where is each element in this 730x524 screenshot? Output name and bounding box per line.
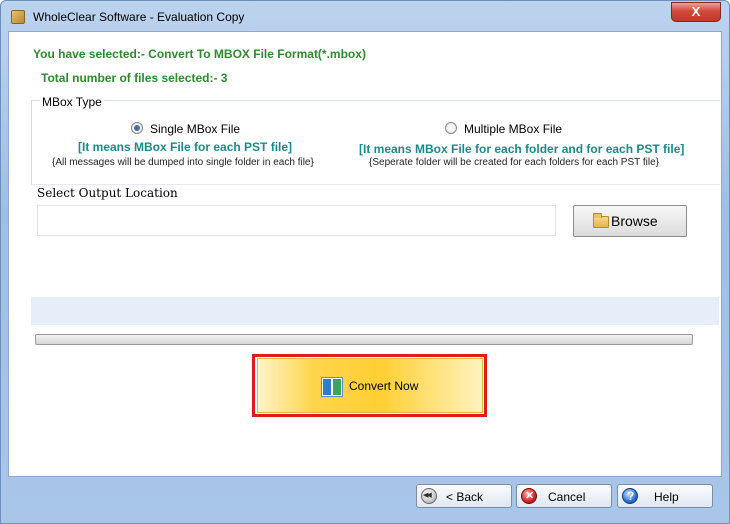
convert-icon <box>321 377 343 397</box>
multiple-mbox-label[interactable]: Multiple MBox File <box>464 122 562 136</box>
single-mbox-label[interactable]: Single MBox File <box>150 122 240 136</box>
cancel-button[interactable]: Cancel <box>516 484 612 508</box>
back-icon <box>421 488 437 504</box>
multiple-mbox-radio[interactable] <box>445 122 457 134</box>
file-count-text: Total number of files selected:- 3 <box>41 71 228 85</box>
output-location-field[interactable] <box>37 205 556 236</box>
browse-button[interactable]: Browse <box>573 205 687 237</box>
title-bar[interactable]: WholeClear Software - Evaluation Copy X <box>1 1 729 33</box>
back-label: < Back <box>446 490 484 504</box>
back-button[interactable]: < Back <box>416 484 512 508</box>
folder-icon <box>593 213 609 228</box>
help-button[interactable]: Help <box>617 484 713 508</box>
close-button[interactable]: X <box>671 2 721 22</box>
output-location-label: Select Output Location <box>37 186 178 200</box>
multiple-mbox-meaning: [It means MBox File for each folder and … <box>359 142 685 156</box>
progress-bar <box>35 334 693 345</box>
help-icon <box>622 488 638 504</box>
single-mbox-meaning: [It means MBox File for each PST file] <box>78 140 293 154</box>
selected-format-text: You have selected:- Convert To MBOX File… <box>33 47 366 61</box>
browse-label: Browse <box>611 213 658 229</box>
app-icon <box>11 10 25 24</box>
help-label: Help <box>654 490 679 504</box>
status-strip <box>31 297 719 325</box>
cancel-icon <box>521 488 537 504</box>
window-title: WholeClear Software - Evaluation Copy <box>33 10 245 24</box>
footer-bar <box>8 477 722 517</box>
mbox-type-legend: MBox Type <box>40 95 104 109</box>
convert-now-button[interactable]: Convert Now <box>257 358 483 413</box>
single-mbox-note: {All messages will be dumped into single… <box>52 157 314 168</box>
multiple-mbox-note: {Seperate folder will be created for eac… <box>369 157 659 168</box>
cancel-label: Cancel <box>548 490 586 504</box>
single-mbox-radio[interactable] <box>131 122 143 134</box>
convert-now-label: Convert Now <box>349 379 419 393</box>
